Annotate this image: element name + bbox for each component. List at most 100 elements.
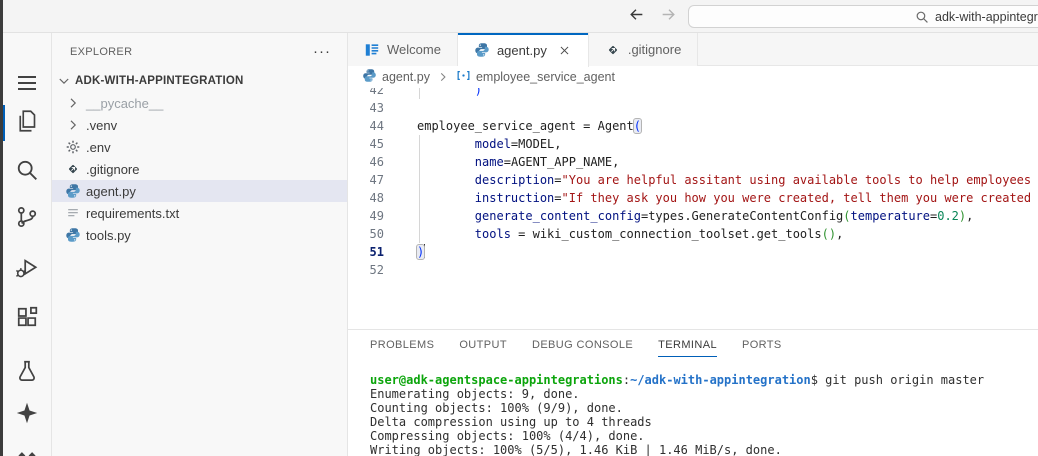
code-line-49[interactable]: 49 generate_content_config=types.Generat…: [348, 207, 1038, 225]
panel-tab-label: DEBUG CONSOLE: [531, 339, 634, 351]
tree-item-label: __pycache__: [86, 95, 164, 111]
tree-root-folder[interactable]: ADK-WITH-APPINTEGRATION: [52, 70, 347, 92]
panel-tab-problems[interactable]: PROBLEMS: [370, 339, 434, 357]
history-nav: [625, 0, 679, 33]
activity-chat-button[interactable]: [3, 395, 51, 435]
explorer-title: EXPLORER: [70, 46, 133, 58]
code-line-47[interactable]: 47 description="You are helpful assitant…: [348, 171, 1038, 189]
code-line-45[interactable]: 45 model=MODEL,: [348, 135, 1038, 153]
activity-testing-button[interactable]: [3, 353, 51, 393]
tree-item-env[interactable]: .env: [52, 136, 347, 158]
chevron-right-icon: [436, 70, 450, 84]
gemini-icon: [15, 449, 39, 456]
editor-tab-agent-py[interactable]: agent.py: [457, 33, 589, 67]
tree-item-agent-py[interactable]: agent.py: [52, 180, 347, 202]
line-text: generate_content_config=types.GenerateCo…: [417, 207, 973, 225]
code-line-44[interactable]: 44 employee_service_agent = Agent(: [348, 117, 1038, 135]
tab-label: Welcome: [387, 42, 441, 57]
line-number: 44: [369, 119, 384, 133]
menu-icon: [15, 71, 39, 100]
line-number: 52: [369, 263, 384, 277]
panel-tab-debug-console[interactable]: DEBUG CONSOLE: [532, 339, 633, 357]
git-icon: [65, 161, 81, 177]
panel-tab-label: PROBLEMS: [370, 339, 435, 351]
chevron-right-icon: [65, 95, 81, 111]
vscode-window: adk-with-appintegration EXPLORER ··· ADK…: [0, 0, 1038, 456]
gear-icon: [65, 139, 81, 155]
editor-tab-welcome[interactable]: Welcome: [348, 33, 458, 66]
terminal-line: user@adk-agentspace-appintegrations:~/ad…: [370, 373, 985, 387]
code-line-51[interactable]: 51): [348, 243, 1038, 261]
activity-search-button[interactable]: [3, 152, 51, 192]
breadcrumb-file-label: agent.py: [382, 70, 430, 84]
code-editor[interactable]: 42 ) 43 44 employee_service_agent = Agent(4…: [348, 88, 1038, 329]
tree-item-tools-py[interactable]: tools.py: [52, 224, 347, 246]
editor-area: Welcome agent.py .gitignore agent.py emplo…: [348, 33, 1038, 456]
python-icon: [65, 227, 81, 243]
search-icon: [15, 158, 39, 187]
python-icon: [362, 68, 377, 86]
code-line-43[interactable]: 43: [348, 99, 1038, 117]
activity-run-debug-button[interactable]: [3, 250, 51, 290]
run-debug-icon: [15, 256, 39, 285]
line-number: 47: [369, 173, 384, 187]
tree-item-label: .venv: [86, 117, 118, 133]
breadcrumb-symbol[interactable]: employee_service_agent: [456, 68, 615, 86]
terminal-line: Counting objects: 100% (9/9), done.: [370, 401, 623, 416]
command-center-search[interactable]: adk-with-appintegration: [688, 5, 1038, 28]
activity-explorer-button[interactable]: [3, 103, 51, 143]
panel-tab-output[interactable]: OUTPUT: [459, 339, 507, 357]
panel-tabs: PROBLEMS OUTPUT DEBUG CONSOLE TERMINAL PORTS: [348, 330, 1038, 357]
code-line-42[interactable]: 42 ): [348, 88, 1038, 99]
symbol-variable-icon: [456, 68, 471, 86]
file-tree: ADK-WITH-APPINTEGRATION __pycache__ .venv.…: [52, 70, 347, 246]
code-lines: 42 ) 43 44 employee_service_agent = Agent(4…: [348, 88, 1038, 279]
breadcrumb: agent.py employee_service_agent: [348, 66, 1038, 88]
activity-extensions-button[interactable]: [3, 299, 51, 339]
tree-item-venv[interactable]: .venv: [52, 114, 347, 136]
tree-root-label: ADK-WITH-APPINTEGRATION: [75, 75, 244, 87]
panel-tab-terminal[interactable]: TERMINAL: [658, 339, 717, 357]
terminal-line: Writing objects: 100% (5/5), 1.46 KiB | …: [370, 443, 782, 456]
tree-item-pycache[interactable]: __pycache__: [52, 92, 347, 114]
code-line-46[interactable]: 46 name=AGENT_APP_NAME,: [348, 153, 1038, 171]
tab-label: .gitignore: [627, 42, 682, 57]
terminal[interactable]: user@adk-agentspace-appintegrations:~/ad…: [370, 373, 1038, 456]
code-line-50[interactable]: 50 tools = wiki_custom_connection_toolse…: [348, 225, 1038, 243]
explorer-sidebar: EXPLORER ··· ADK-WITH-APPINTEGRATION __py…: [52, 33, 348, 456]
panel-tab-ports[interactable]: PORTS: [742, 339, 782, 357]
line-number: 49: [369, 209, 384, 223]
git-icon: [605, 42, 621, 58]
terminal-line: Enumerating objects: 9, done.: [370, 387, 580, 402]
activity-source-control-button[interactable]: [3, 199, 51, 239]
line-text: name=AGENT_APP_NAME,: [417, 153, 619, 171]
tree-item-requirements-txt[interactable]: requirements.txt: [52, 202, 347, 224]
arrow-left-icon: [628, 6, 645, 28]
chevron-down-icon: [56, 73, 72, 89]
activity-gemini-button[interactable]: [3, 443, 51, 456]
forward-button[interactable]: [657, 6, 679, 28]
explorer-header: EXPLORER ···: [52, 33, 347, 59]
tab-label: agent.py: [496, 42, 547, 58]
code-line-52[interactable]: 52: [348, 261, 1038, 279]
editor-tab-gitignore[interactable]: .gitignore: [588, 33, 699, 66]
breadcrumb-file[interactable]: agent.py: [362, 68, 430, 86]
tree-item-label: tools.py: [86, 227, 131, 243]
line-number: 45: [369, 137, 384, 151]
back-button[interactable]: [625, 6, 647, 28]
tree-item-gitignore[interactable]: .gitignore: [52, 158, 347, 180]
line-text: tools = wiki_custom_connection_toolset.g…: [417, 225, 843, 243]
tree-item-label: .env: [86, 139, 111, 155]
tab-close-icon[interactable]: [557, 43, 572, 58]
panel-tab-label: TERMINAL: [658, 339, 717, 351]
editor-tabs: Welcome agent.py .gitignore: [348, 33, 1038, 67]
activity-menu-button[interactable]: [3, 65, 51, 105]
terminal-line: Compressing objects: 100% (4/4), done.: [370, 429, 645, 444]
arrow-right-icon: [660, 6, 677, 28]
welcome-icon: [364, 42, 380, 58]
more-actions-button[interactable]: ···: [313, 44, 331, 59]
code-line-48[interactable]: 48 instruction="If they ask you how you …: [348, 189, 1038, 207]
tree-item-label: agent.py: [86, 183, 136, 199]
line-text: instruction="If they ask you how you wer…: [417, 189, 1038, 207]
line-number: 50: [369, 227, 384, 241]
